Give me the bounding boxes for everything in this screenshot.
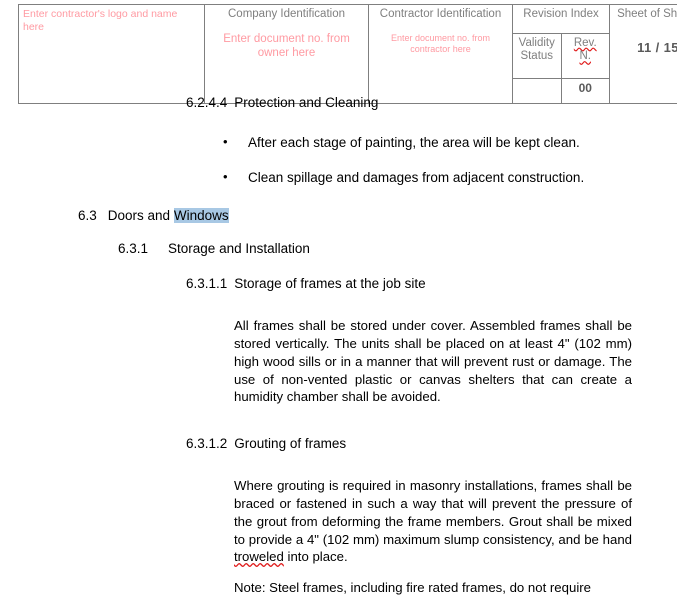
heading-6-3: 6.3 Doors and Windows: [0, 208, 677, 223]
heading-6-3-1-title: Storage and Installation: [168, 241, 310, 256]
heading-6-2-4-4-title: Protection and Cleaning: [234, 95, 378, 110]
rev-n-label: Rev. N.: [566, 37, 606, 63]
validity-status-label: Validity Status: [517, 37, 557, 63]
header-cell-contractor-identification[interactable]: Contractor Identification Enter document…: [369, 5, 513, 104]
heading-6-3-1-1: 6.3.1.1 Storage of frames at the job site: [0, 276, 677, 291]
contractor-logo-placeholder: Enter contractor's logo and name here: [23, 8, 200, 33]
bullet-icon: •: [223, 169, 228, 186]
rev-n-label-line2: N.: [580, 50, 592, 62]
list-item: • After each stage of painting, the area…: [0, 134, 677, 152]
heading-6-3-1: 6.3.1 Storage and Installation: [0, 241, 677, 256]
header-table-row-top: Enter contractor's logo and name here Co…: [19, 5, 677, 34]
company-identification-label: Company Identification: [209, 8, 364, 21]
sheet-of-sheets-label: Sheet of Sheets: [614, 8, 677, 21]
rev-n-label-line1: Rev.: [574, 37, 597, 49]
selected-text-windows[interactable]: Windows: [174, 208, 229, 223]
revision-index-label: Revision Index: [517, 8, 605, 21]
bullet-text: After each stage of painting, the area w…: [248, 135, 580, 150]
heading-6-3-number: 6.3: [78, 208, 97, 223]
bullet-text: Clean spillage and damages from adjacent…: [248, 170, 584, 185]
heading-6-2-4-4: 6.2.4.4 Protection and Cleaning: [0, 95, 677, 110]
header-cell-validity-status-label: Validity Status: [513, 34, 562, 79]
bullet-list-protection-cleaning: • After each stage of painting, the area…: [0, 134, 677, 186]
heading-6-3-1-number: 6.3.1: [118, 241, 148, 256]
heading-6-3-1-1-title: Storage of frames at the job site: [234, 276, 425, 291]
contractor-identification-label: Contractor Identification: [373, 8, 508, 21]
list-item: • Clean spillage and damages from adjace…: [0, 169, 677, 187]
paragraph-grouting-part1: Where grouting is required in masonry in…: [234, 478, 632, 546]
company-document-no-placeholder: Enter document no. from owner here: [209, 33, 364, 61]
sheet-of-sheets-value: 11 / 15: [614, 41, 677, 56]
bullet-icon: •: [223, 134, 228, 151]
rev-number-value: 00: [566, 82, 606, 95]
header-cell-sheet-of-sheets: Sheet of Sheets 11 / 15: [610, 5, 677, 104]
paragraph-grouting-of-frames: Where grouting is required in masonry in…: [0, 477, 677, 566]
heading-6-3-1-2-title: Grouting of frames: [234, 436, 346, 451]
header-cell-rev-n-label: Rev. N.: [561, 34, 610, 79]
header-cell-contractor-logo[interactable]: Enter contractor's logo and name here: [19, 5, 205, 104]
paragraph-storage-of-frames: All frames shall be stored under cover. …: [0, 317, 677, 406]
validity-status-label-line1: Validity: [519, 37, 555, 49]
document-body: 6.2.4.4 Protection and Cleaning • After e…: [0, 95, 677, 597]
document-header-table: Enter contractor's logo and name here Co…: [18, 4, 665, 104]
header-table: Enter contractor's logo and name here Co…: [18, 4, 677, 104]
heading-6-3-1-1-number: 6.3.1.1: [186, 276, 227, 291]
header-cell-revision-index-label: Revision Index: [513, 5, 610, 34]
paragraph-note-clipped: Note: Steel frames, including fire rated…: [0, 579, 677, 597]
validity-status-label-line2: Status: [520, 50, 553, 62]
heading-6-3-title-plain: Doors and: [108, 208, 174, 223]
heading-6-2-4-4-number: 6.2.4.4: [186, 95, 227, 110]
heading-6-3-1-2: 6.3.1.2 Grouting of frames: [0, 436, 677, 451]
header-cell-company-identification[interactable]: Company Identification Enter document no…: [205, 5, 369, 104]
contractor-document-no-placeholder: Enter document no. from contractor here: [373, 33, 508, 55]
heading-6-3-1-2-number: 6.3.1.2: [186, 436, 227, 451]
